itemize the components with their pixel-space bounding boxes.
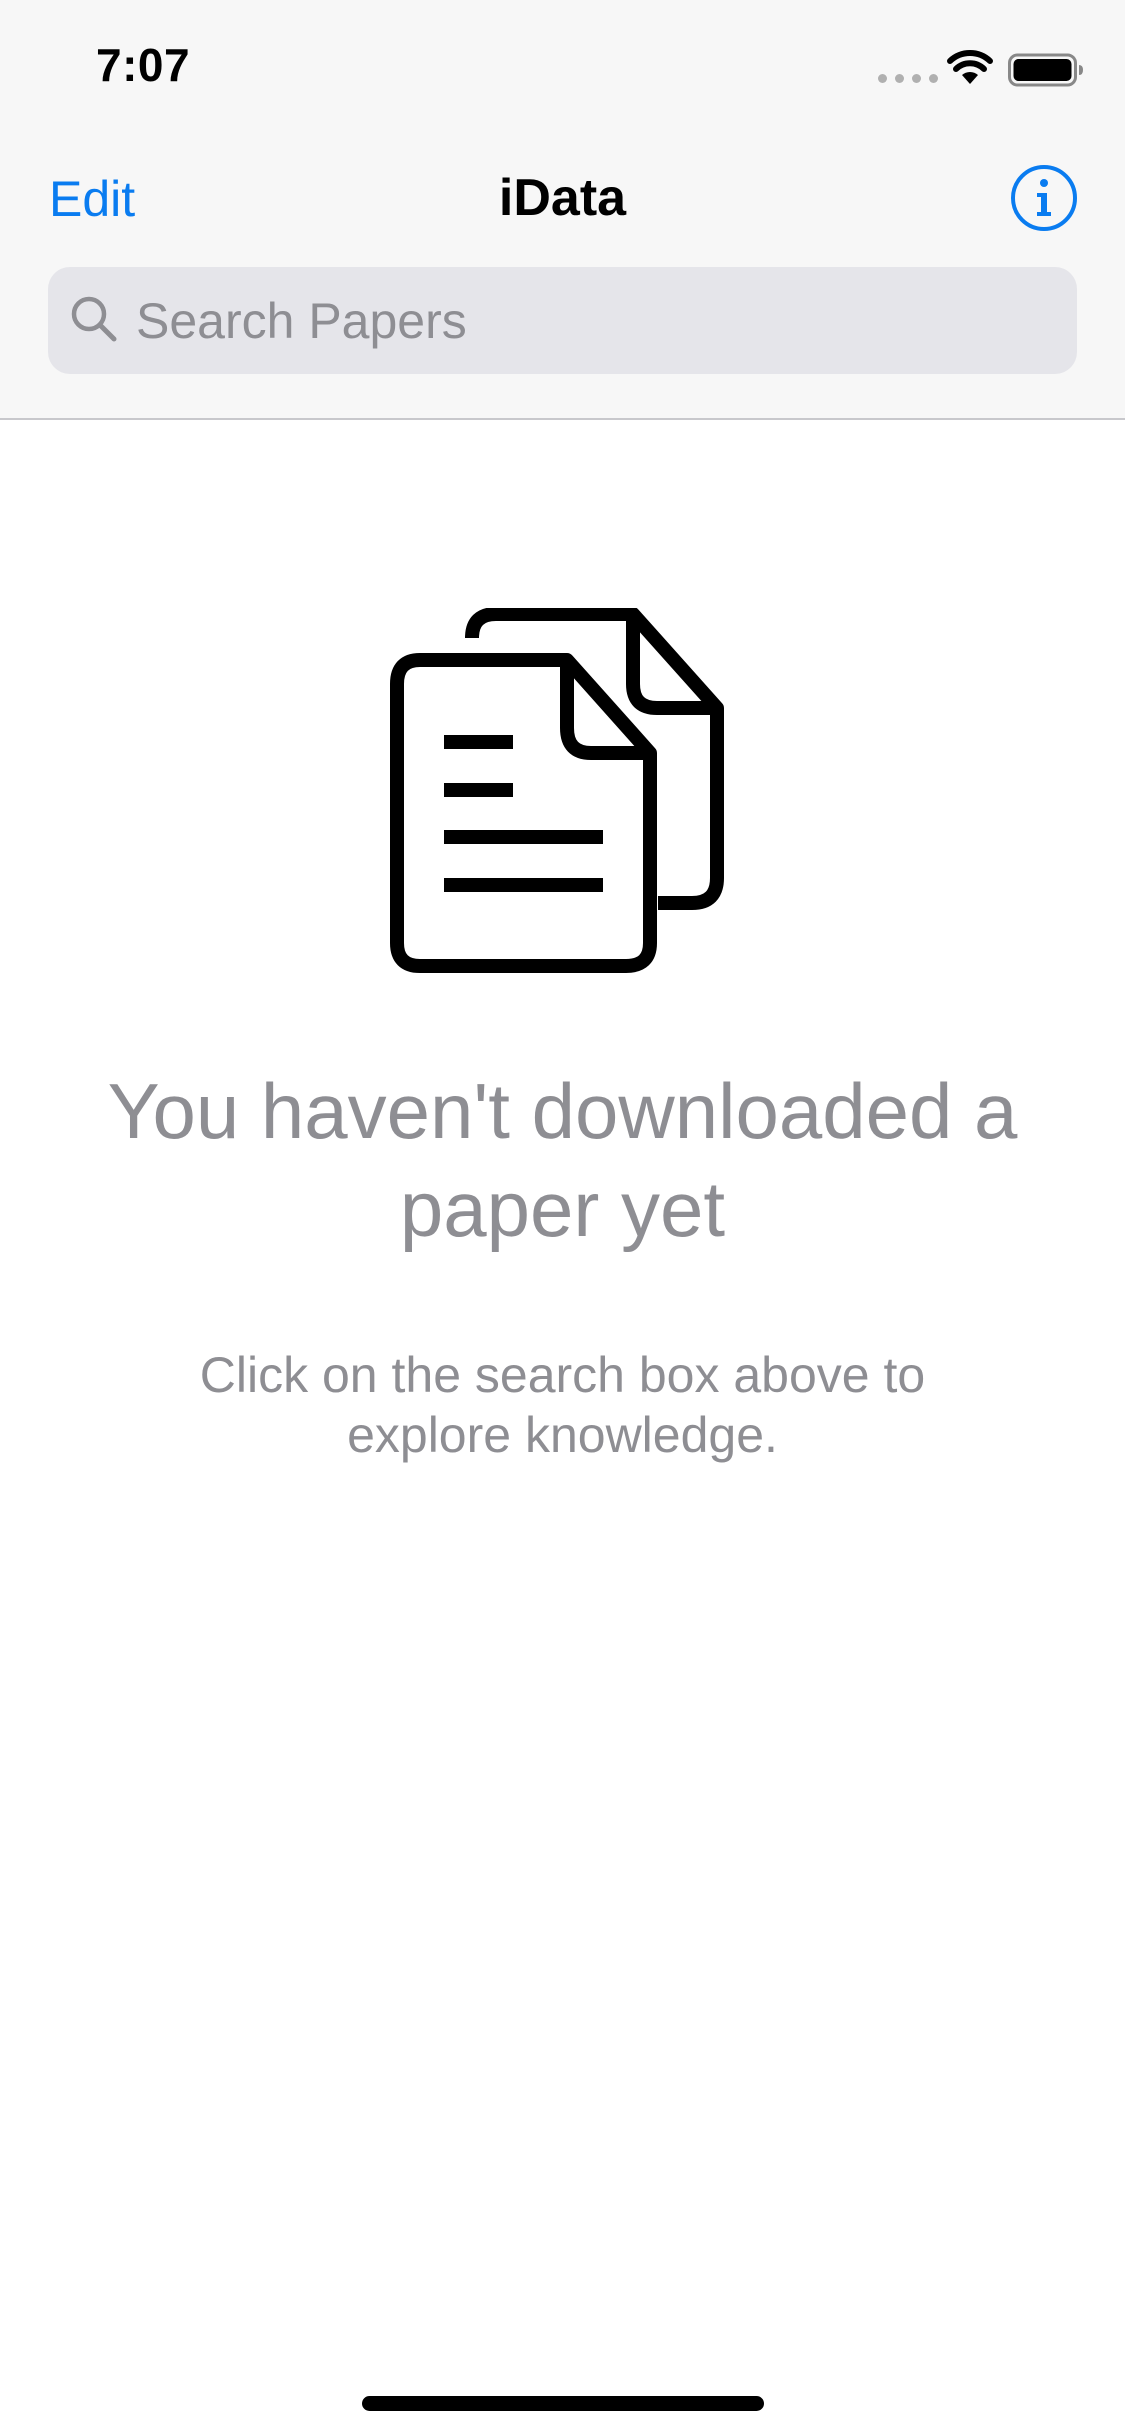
wifi-icon [947,50,993,84]
navigation-header: 7:07 Edit iData [0,0,1125,420]
search-input[interactable] [136,267,1056,374]
search-icon [71,296,117,342]
status-time: 7:07 [96,39,191,91]
info-circle-icon[interactable] [1010,164,1078,232]
documents-icon [390,608,724,973]
empty-state-subtitle: Click on the search box above to explore… [199,1347,926,1463]
battery-icon [1008,53,1083,87]
cellular-signal-icon [878,74,938,83]
page-title: iData [498,169,627,227]
search-bar[interactable] [48,267,1077,374]
empty-state-title: You haven't downloaded a paper yet [107,1067,1018,1253]
home-indicator[interactable] [362,2396,764,2411]
